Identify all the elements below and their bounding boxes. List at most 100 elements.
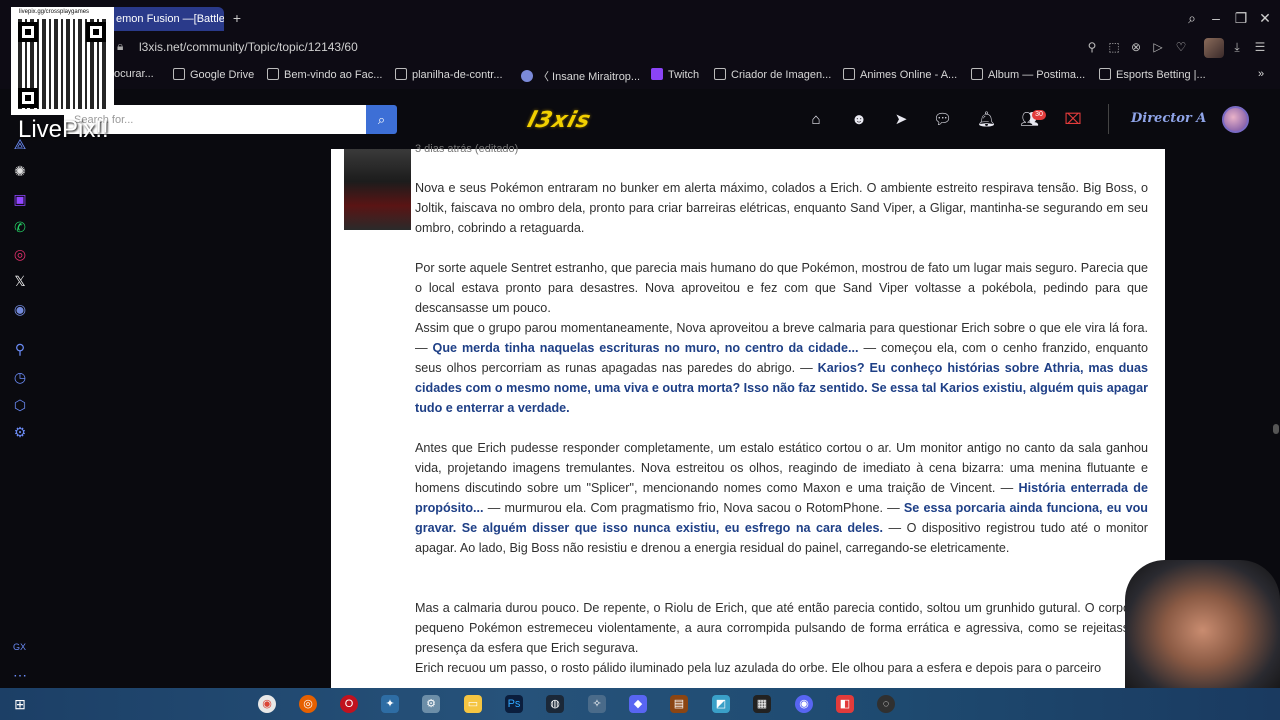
- app-icon[interactable]: ◧: [836, 695, 854, 713]
- site-logo[interactable]: l3xis: [525, 108, 665, 133]
- new-tab-button[interactable]: +: [229, 10, 245, 26]
- post-paragraph: Por sorte aquele Sentret estranho, que p…: [415, 258, 1148, 318]
- qr-finder: [18, 88, 38, 108]
- windows-start-icon[interactable]: ⊞: [11, 695, 29, 713]
- heart-icon[interactable]: ♡: [1173, 40, 1189, 54]
- profile-avatar[interactable]: [1204, 38, 1224, 58]
- firefox-icon[interactable]: ◎: [299, 695, 317, 713]
- menu-icon[interactable]: ☰: [1252, 40, 1268, 54]
- gx-label: GX: [13, 642, 27, 652]
- app-icon[interactable]: ✦: [381, 695, 399, 713]
- username[interactable]: Director A: [1131, 111, 1206, 126]
- discord-icon[interactable]: ◉: [795, 695, 813, 713]
- opera-gx-icon[interactable]: O: [340, 695, 358, 713]
- file-explorer-icon[interactable]: ▭: [464, 695, 482, 713]
- profile-icon[interactable]: ☻: [850, 112, 868, 128]
- search-icon: ⌕: [377, 112, 386, 127]
- close-icon[interactable]: ✕: [1256, 10, 1274, 26]
- bookmark-label: Twitch: [668, 69, 700, 81]
- post-paragraph: Antes que Erich pudesse responder comple…: [415, 438, 1148, 558]
- more-icon[interactable]: ⋯: [12, 667, 28, 683]
- bookmark-label: Bem-vindo ao Fac...: [284, 69, 383, 81]
- pin-icon[interactable]: ⚲: [1084, 40, 1100, 54]
- bookmark-item[interactable]: Album — Postima...: [971, 68, 1085, 81]
- tab-title: emon Fusion —[Battle: [116, 13, 224, 25]
- photoshop-icon[interactable]: Ps: [505, 695, 523, 713]
- calendar-icon[interactable]: ▦: [753, 695, 771, 713]
- post-paragraph: Nova e seus Pokémon entraram no bunker e…: [415, 178, 1148, 238]
- narration-text: Mas a calmaria durou pouco. De repente, …: [415, 601, 1148, 655]
- bookmark-item[interactable]: Google Drive: [173, 68, 254, 81]
- minimize-icon[interactable]: –: [1207, 10, 1225, 26]
- page-icon: [267, 68, 279, 80]
- send-icon[interactable]: ➤: [892, 112, 910, 128]
- store-icon[interactable]: ⌧: [1064, 112, 1082, 128]
- bookmark-label: Album — Postima...: [988, 69, 1086, 81]
- extensions-icon[interactable]: ⬡: [12, 397, 28, 413]
- bookmark-item[interactable]: Animes Online - A...: [843, 68, 957, 81]
- instagram-icon[interactable]: ◎: [12, 246, 28, 262]
- page-icon: [1099, 68, 1111, 80]
- livepix-label: LivePix!!: [18, 116, 109, 143]
- bookmark-item[interactable]: 〈 Insane Miraitrop...: [521, 68, 640, 84]
- bookmark-label: Criador de Imagen...: [731, 69, 832, 81]
- page-icon: [843, 68, 855, 80]
- post-paragraph: Assim que o grupo parou momentaneamente,…: [415, 318, 1148, 418]
- bell-icon[interactable]: 🔔︎: [977, 112, 996, 128]
- steam-icon[interactable]: ◍: [546, 695, 564, 713]
- history-icon[interactable]: ◷: [12, 369, 28, 385]
- settings-icon[interactable]: ⚙: [12, 424, 28, 440]
- qr-url-label: livepix.gg/crossplaygames: [19, 9, 90, 15]
- player-icon[interactable]: ▷: [1150, 40, 1166, 54]
- app-icon[interactable]: ◆: [629, 695, 647, 713]
- more-bookmarks-icon[interactable]: »: [1258, 68, 1264, 80]
- qr-finder: [18, 22, 38, 42]
- app-icon[interactable]: ▤: [670, 695, 688, 713]
- narration-text: Nova e seus Pokémon entraram no bunker e…: [415, 181, 1148, 235]
- bookmark-item[interactable]: planilha-de-contr...: [395, 68, 503, 81]
- app-icon[interactable]: ✧: [588, 695, 606, 713]
- bookmark-label: Esports Betting |...: [1116, 69, 1206, 81]
- post-date: 3 dias atrás (editado): [415, 143, 519, 155]
- url-text[interactable]: l3xis.net/community/Topic/topic/12143/60: [139, 40, 358, 54]
- download-icon[interactable]: ⤓: [1229, 40, 1245, 55]
- narration-text: Erich recuou um passo, o rosto pálido il…: [415, 661, 1102, 675]
- x-icon[interactable]: 𝕏: [12, 273, 28, 289]
- bookmark-item[interactable]: ocurar...: [114, 68, 154, 80]
- whatsapp-icon[interactable]: ✆: [12, 219, 28, 235]
- header-divider: [1108, 104, 1109, 134]
- chat-icon[interactable]: 💬︎: [933, 112, 952, 128]
- pin-icon[interactable]: ⚲: [12, 341, 28, 357]
- app-icon[interactable]: ⚙: [422, 695, 440, 713]
- narration-text: Por sorte aquele Sentret estranho, que p…: [415, 261, 1148, 315]
- bookmark-label: Google Drive: [190, 69, 255, 81]
- chrome-icon[interactable]: ◉: [258, 695, 276, 713]
- bookmark-item[interactable]: Bem-vindo ao Fac...: [267, 68, 382, 81]
- scrollbar-thumb[interactable]: [1273, 424, 1279, 434]
- home-icon[interactable]: ⌂: [807, 112, 825, 128]
- page-icon: [173, 68, 185, 80]
- page-icon: [714, 68, 726, 80]
- app-icon[interactable]: ◩: [712, 695, 730, 713]
- bookmark-item[interactable]: Criador de Imagen...: [714, 68, 831, 81]
- poster-avatar[interactable]: [344, 149, 411, 230]
- bookmark-label: Animes Online - A...: [860, 69, 958, 81]
- lock-icon[interactable]: 🔒︎: [117, 39, 123, 54]
- dialogue-text: Que merda tinha naquelas escrituras no m…: [432, 341, 859, 355]
- twitch-icon[interactable]: ▣: [12, 191, 28, 207]
- maximize-icon[interactable]: ❐: [1232, 10, 1250, 26]
- bookmark-item[interactable]: Twitch: [651, 68, 699, 81]
- adblock-icon[interactable]: ⊗: [1128, 40, 1144, 54]
- obs-icon[interactable]: ◌: [877, 695, 895, 713]
- discord-icon[interactable]: ◉: [12, 301, 28, 317]
- search-tabs-icon[interactable]: ⌕: [1183, 10, 1201, 26]
- bookmark-label: planilha-de-contr...: [412, 69, 503, 81]
- chatgpt-icon[interactable]: ✺: [12, 163, 28, 179]
- browser-tab-active[interactable]: emon Fusion —[Battle: [100, 7, 224, 31]
- screenshot-icon[interactable]: ⬚: [1106, 40, 1122, 54]
- page-icon: [971, 68, 983, 80]
- search-button[interactable]: ⌕: [366, 105, 397, 134]
- bookmark-item[interactable]: Esports Betting |...: [1099, 68, 1206, 81]
- post-paragraph: Erich recuou um passo, o rosto pálido il…: [415, 658, 1148, 678]
- user-avatar[interactable]: [1222, 106, 1249, 133]
